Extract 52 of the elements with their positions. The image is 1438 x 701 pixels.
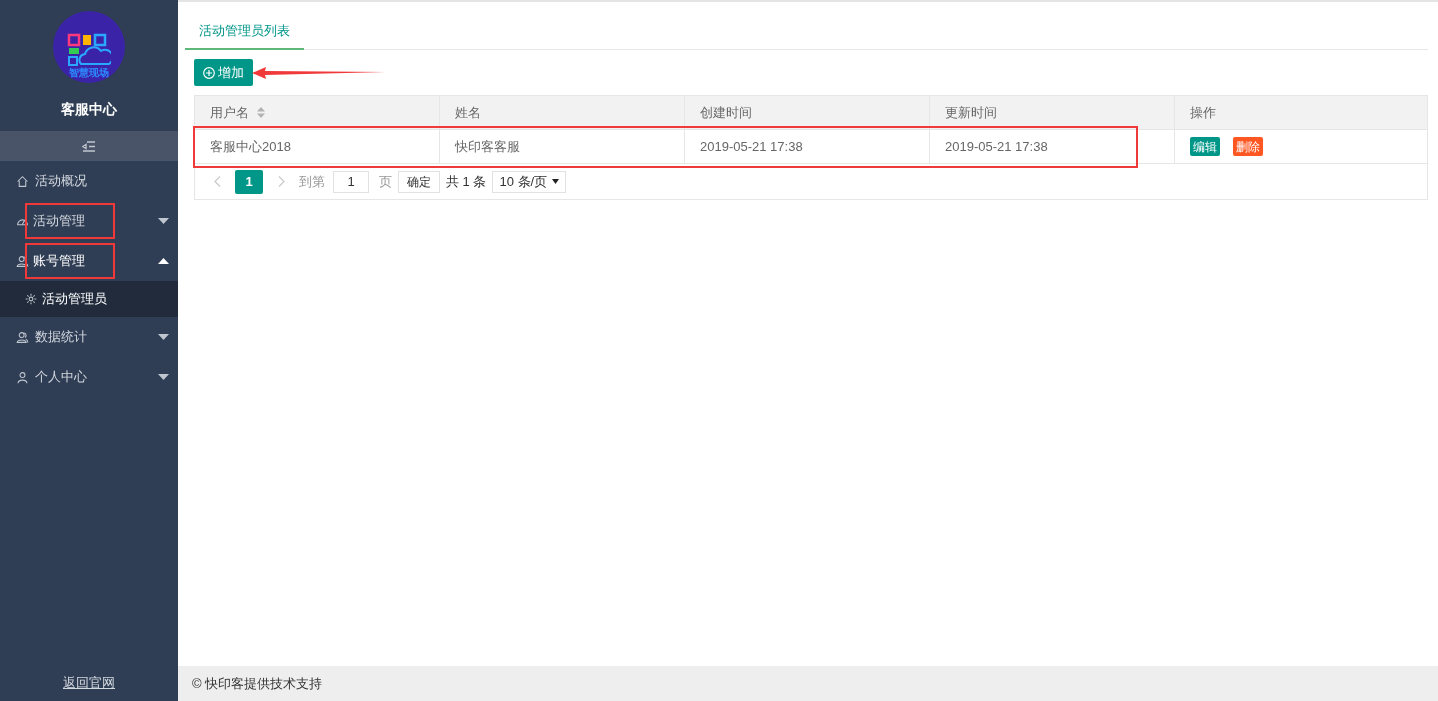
users-icon [16, 330, 29, 344]
column-label: 用户名 [210, 103, 249, 122]
collapse-toggle[interactable] [0, 131, 178, 161]
sidebar-item[interactable]: 数据统计 [0, 317, 178, 357]
sidebar-title: 客服中心 [60, 100, 118, 119]
sidebar-item-label: 账号管理 [27, 245, 113, 277]
submenu-label: 活动管理员 [42, 290, 107, 309]
menu-icon [82, 140, 96, 152]
gear-icon [25, 293, 37, 305]
tab[interactable]: 活动管理员列表 [185, 14, 304, 50]
page-size-value: 10 条/页 [499, 172, 548, 191]
users-icon [16, 254, 29, 268]
caret-down-icon [552, 179, 560, 184]
plus-circle-icon [203, 66, 215, 79]
total-count: 共 1 条 [446, 172, 487, 191]
column-label: 姓名 [455, 103, 481, 122]
chevron-left-icon [213, 176, 221, 187]
column-label: 更新时间 [945, 103, 997, 122]
qr-cloud-drawing [67, 33, 111, 67]
submenu-item[interactable]: 活动管理员 [0, 281, 178, 317]
sidebar-item-label: 活动管理 [27, 205, 113, 237]
sidebar-item-label: 活动概况 [35, 172, 87, 191]
sidebar-item[interactable]: 活动概况 [0, 161, 178, 201]
goto-label: 到第 [299, 172, 325, 191]
add-button[interactable]: 增加 [194, 59, 253, 86]
page-button[interactable]: 1 [235, 169, 263, 194]
back-link[interactable]: 返回官网 [63, 673, 115, 693]
table-cell: 快印客客服 [440, 130, 685, 163]
column-label: 操作 [1190, 103, 1216, 122]
chevron-right-icon [277, 176, 285, 187]
page-unit-label: 页 [379, 172, 392, 191]
sidebar-item-label: 个人中心 [35, 368, 87, 387]
table-cell: 客服中心2018 [195, 130, 440, 163]
user-icon [16, 370, 29, 384]
sidebar-item[interactable]: 活动管理 [0, 201, 178, 241]
logo-text: 智慧现场 [69, 68, 109, 78]
footer-text: © 快印客提供技术支持 [192, 674, 323, 693]
home-icon [16, 174, 29, 188]
caret-down-icon [158, 374, 169, 380]
edit-button[interactable]: 编辑 [1190, 137, 1220, 156]
caret-up-icon [158, 258, 169, 264]
table-cell: 2019-05-21 17:38 [930, 130, 1175, 163]
page-size-select[interactable]: 10 条/页 [492, 170, 567, 193]
page-input[interactable]: 1 [333, 170, 369, 193]
sidebar-item[interactable]: 个人中心 [0, 357, 178, 397]
column-label: 创建时间 [700, 103, 752, 122]
caret-down-icon [158, 218, 169, 224]
caret-down-icon [158, 334, 169, 340]
table-cell: 2019-05-21 17:38 [685, 130, 930, 163]
sidebar-item-label: 数据统计 [35, 328, 87, 347]
sidebar-item[interactable]: 账号管理 [0, 241, 178, 281]
confirm-button[interactable]: 确定 [398, 170, 440, 193]
